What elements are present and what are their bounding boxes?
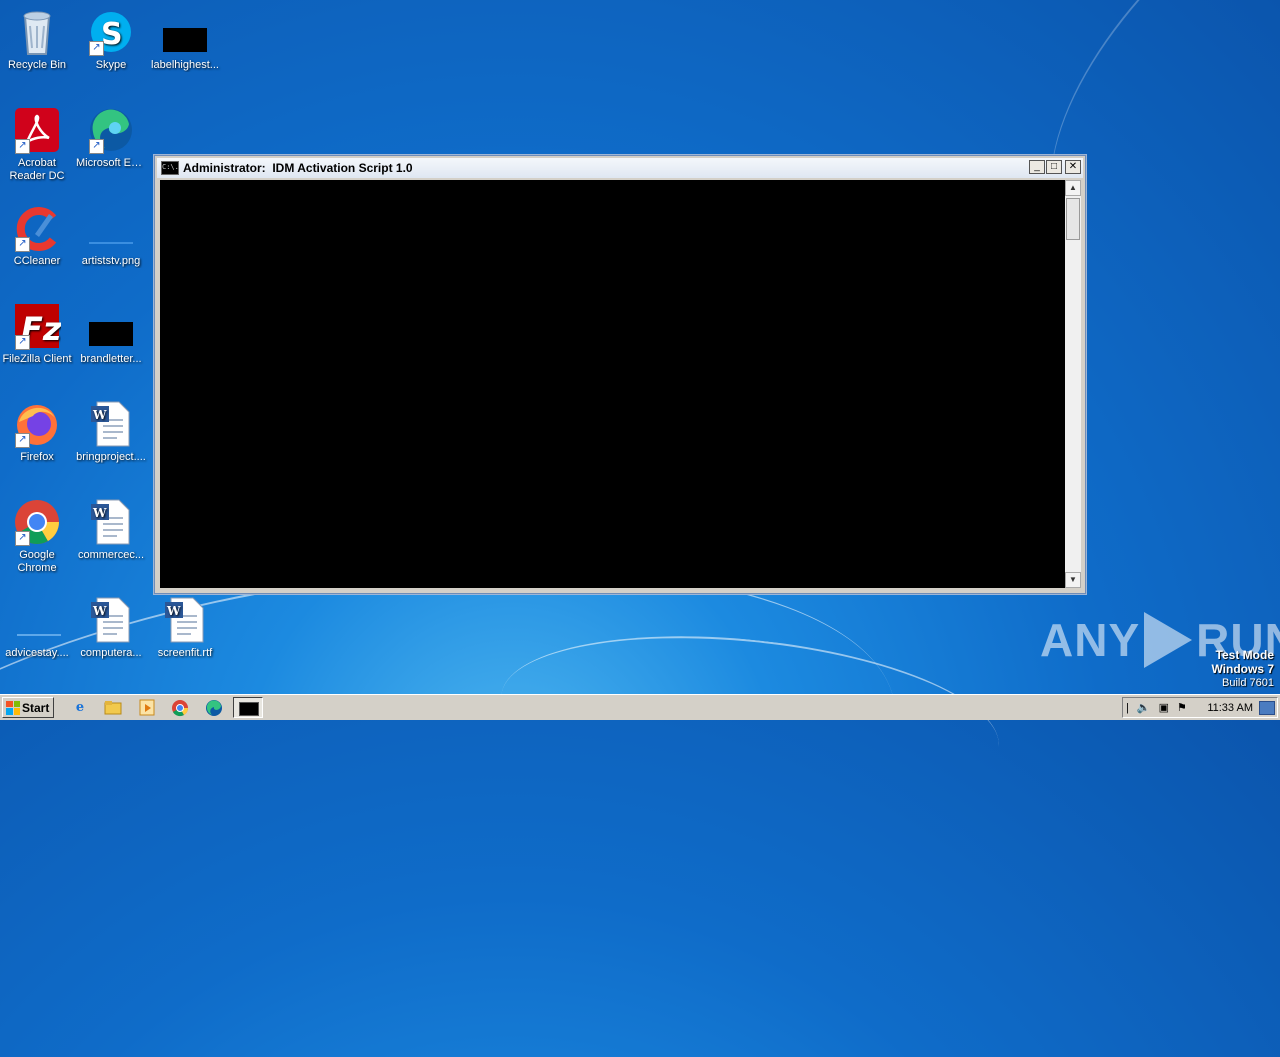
desktop-icon-skype[interactable]: S ↗ Skype bbox=[74, 8, 148, 72]
recycle-bin-icon bbox=[13, 8, 61, 56]
system-tray: | 🔈 ▣ ⚑ 11:33 AM bbox=[1122, 697, 1278, 718]
desktop-icon-brandletter[interactable]: brandletter... bbox=[74, 302, 148, 366]
desktop-icon-commercec[interactable]: W commercec... bbox=[74, 498, 148, 562]
start-label: Start bbox=[22, 700, 50, 715]
word-document-icon: W bbox=[87, 498, 135, 546]
desktop-icon-label: computera... bbox=[80, 647, 142, 659]
shortcut-arrow-icon: ↗ bbox=[89, 41, 104, 56]
filezilla-icon: Fz ↗ bbox=[13, 302, 62, 350]
word-document-icon: W bbox=[87, 400, 135, 448]
skype-icon: S ↗ bbox=[87, 8, 135, 56]
desktop-icon-screenfit[interactable]: W screenfit.rtf bbox=[148, 596, 222, 660]
close-button[interactable]: ✕ bbox=[1065, 160, 1081, 174]
svg-text:W: W bbox=[92, 408, 107, 422]
shortcut-arrow-icon: ↗ bbox=[15, 237, 30, 252]
desktop-icon-label: screenfit.rtf bbox=[157, 647, 213, 659]
word-document-icon: W bbox=[87, 596, 135, 644]
internet-explorer-icon[interactable]: e bbox=[70, 698, 90, 717]
test-mode-line: Test Mode bbox=[1215, 648, 1274, 662]
desktop-icon-label: Recycle Bin bbox=[7, 59, 67, 71]
desktop-icon-recycle-bin[interactable]: Recycle Bin bbox=[0, 8, 74, 72]
media-player-icon[interactable] bbox=[137, 698, 157, 717]
desktop-icon-bringproject[interactable]: W bringproject.... bbox=[74, 400, 148, 464]
console-window[interactable]: C:\. Administrator: IDM Activation Scrip… bbox=[154, 155, 1086, 594]
desktop-icon-label: Google Chrome bbox=[17, 549, 57, 574]
shortcut-arrow-icon: ↗ bbox=[15, 139, 30, 154]
desktop-icon-firefox[interactable]: ↗ Firefox bbox=[0, 400, 74, 464]
acrobat-reader-icon: ↗ bbox=[13, 106, 61, 154]
build-line: Build 7601 bbox=[1222, 677, 1274, 689]
scroll-up-button[interactable]: ▲ bbox=[1065, 180, 1081, 196]
chrome-icon: ↗ bbox=[13, 498, 61, 546]
scroll-thumb[interactable] bbox=[1066, 198, 1080, 240]
minimize-button[interactable]: _ bbox=[1029, 160, 1045, 174]
desktop-icon-advicestay[interactable]: advicestay.... bbox=[0, 596, 74, 660]
ccleaner-icon: ↗ bbox=[13, 204, 61, 252]
desktop-icon-computera[interactable]: W computera... bbox=[74, 596, 148, 660]
word-document-icon: W bbox=[161, 596, 209, 644]
edge-taskbar-icon[interactable] bbox=[204, 698, 224, 717]
desktop-icon-label: advicestay.... bbox=[5, 647, 69, 659]
maximize-button[interactable]: □ bbox=[1046, 160, 1062, 174]
image-file-icon bbox=[87, 204, 135, 252]
window-title: Administrator: IDM Activation Script 1.0 bbox=[183, 161, 413, 175]
console-icon[interactable]: C:\. bbox=[161, 161, 179, 175]
flag-icon[interactable]: ⚑ bbox=[1177, 701, 1187, 714]
desktop-icon-artiststv[interactable]: artiststv.png bbox=[74, 204, 148, 268]
desktop-icon-label: CCleaner bbox=[13, 255, 61, 267]
start-button[interactable]: Start bbox=[2, 697, 54, 718]
desktop-icon-acrobat[interactable]: ↗ Acrobat Reader DC bbox=[0, 106, 74, 183]
chrome-taskbar-icon[interactable] bbox=[170, 698, 190, 717]
shortcut-arrow-icon: ↗ bbox=[15, 531, 30, 546]
shortcut-arrow-icon: ↗ bbox=[15, 433, 30, 448]
show-desktop-icon[interactable] bbox=[1259, 701, 1275, 715]
desktop-icon-label: labelhighest... bbox=[151, 59, 219, 71]
watermark-left-text: ANY bbox=[1040, 614, 1141, 666]
svg-text:W: W bbox=[166, 604, 181, 618]
vertical-scrollbar[interactable]: ▲ ▼ bbox=[1065, 180, 1081, 588]
scroll-down-button[interactable]: ▼ bbox=[1065, 572, 1081, 588]
desktop-icon-filezilla[interactable]: Fz ↗ FileZilla Client bbox=[0, 302, 74, 366]
console-output-area[interactable] bbox=[160, 180, 1065, 588]
desktop-icon-label: FileZilla Client bbox=[2, 353, 72, 365]
desktop-icon-label: brandletter... bbox=[80, 353, 142, 365]
desktop-icon-label: Microsoft Edge bbox=[76, 157, 148, 169]
desktop-icon-ccleaner[interactable]: ↗ CCleaner bbox=[0, 204, 74, 268]
desktop-icon-label: artiststv.png bbox=[81, 255, 141, 267]
desktop-icon-edge[interactable]: ↗ Microsoft Edge bbox=[74, 106, 148, 170]
speaker-icon[interactable]: 🔈 bbox=[1137, 701, 1151, 714]
console-taskbar-icon bbox=[239, 702, 259, 716]
black-file-icon bbox=[87, 302, 135, 350]
os-name-line: Windows 7 bbox=[1211, 662, 1274, 676]
svg-text:S: S bbox=[101, 17, 123, 52]
edge-icon: ↗ bbox=[87, 106, 135, 154]
desktop-icon-label: Firefox bbox=[20, 451, 54, 463]
desktop-icon-label: Skype bbox=[95, 59, 127, 71]
window-titlebar[interactable]: C:\. Administrator: IDM Activation Scrip… bbox=[157, 158, 1083, 178]
taskbar-clock[interactable]: 11:33 AM bbox=[1207, 702, 1253, 714]
firefox-icon: ↗ bbox=[13, 400, 61, 448]
play-logo-icon bbox=[1144, 612, 1193, 668]
taskbar-console-button[interactable] bbox=[233, 697, 263, 718]
network-icon[interactable]: ▣ bbox=[1159, 701, 1169, 714]
blank-file-icon bbox=[13, 596, 61, 644]
svg-text:W: W bbox=[92, 604, 107, 618]
test-mode-notice: Test Mode Windows 7 Build 7601 bbox=[1211, 648, 1274, 690]
file-explorer-icon[interactable] bbox=[103, 698, 123, 717]
desktop-icon-chrome[interactable]: ↗ Google Chrome bbox=[0, 498, 74, 575]
windows-logo-icon bbox=[6, 700, 20, 715]
desktop-icon-label: bringproject.... bbox=[76, 451, 146, 463]
shortcut-arrow-icon: ↗ bbox=[15, 335, 30, 350]
tray-chevron-icon[interactable]: | bbox=[1126, 702, 1129, 714]
desktop-icon-labelhighest[interactable]: labelhighest... bbox=[148, 8, 222, 72]
taskbar: Start e | 🔈 ▣ ⚑ 11:33 AM bbox=[0, 694, 1280, 720]
black-file-icon bbox=[161, 8, 209, 56]
desktop-icon-label: Acrobat Reader DC bbox=[9, 157, 65, 182]
svg-text:W: W bbox=[92, 506, 107, 520]
shortcut-arrow-icon: ↗ bbox=[89, 139, 104, 154]
desktop-icon-label: commercec... bbox=[77, 549, 144, 561]
